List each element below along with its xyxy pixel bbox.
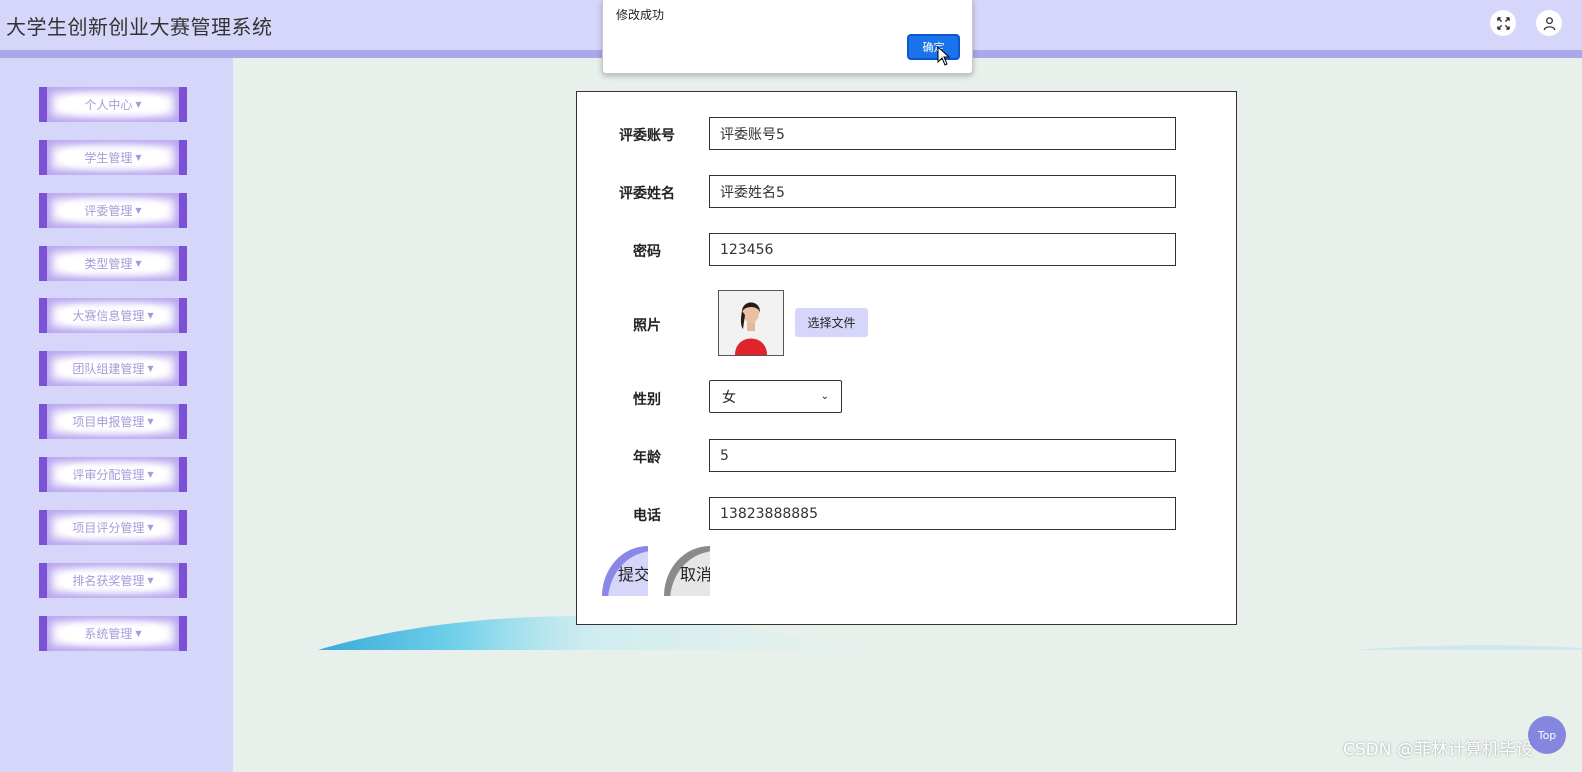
back-to-top-button[interactable]: Top [1528, 716, 1566, 754]
caret-down-icon: ▼ [135, 629, 142, 638]
gender-label: 性别 [633, 392, 661, 408]
caret-down-icon: ▼ [147, 470, 154, 479]
phone-input[interactable]: 13823888885 [709, 497, 1176, 530]
user-icon [1543, 16, 1555, 30]
chevron-down-icon: ⌄ [820, 391, 829, 402]
sidebar-item-ranking-awards[interactable]: 排名获奖管理 ▼ [39, 563, 187, 598]
mouse-cursor-icon [937, 46, 951, 66]
fullscreen-button[interactable] [1490, 10, 1516, 36]
name-label: 评委姓名 [619, 186, 675, 202]
sidebar-item-types[interactable]: 类型管理 ▼ [39, 246, 187, 281]
caret-down-icon: ▼ [147, 311, 154, 320]
photo-label: 照片 [633, 318, 661, 334]
cancel-label: 取消 [680, 565, 710, 584]
choose-file-button[interactable]: 选择文件 [795, 308, 868, 337]
portrait-image [719, 291, 783, 355]
watermark: CSDN @菲林计算机毕设 [1343, 740, 1533, 760]
caret-down-icon: ▼ [147, 364, 154, 373]
submit-label: 提交 [618, 565, 648, 584]
sidebar-item-system[interactable]: 系统管理 ▼ [39, 616, 187, 651]
sidebar-item-label: 评审分配管理 [72, 468, 145, 482]
sidebar-item-review-assignment[interactable]: 评审分配管理 ▼ [39, 457, 187, 492]
phone-label: 电话 [633, 508, 661, 524]
caret-down-icon: ▼ [147, 523, 154, 532]
cancel-button[interactable]: 取消 [664, 546, 710, 596]
submit-button[interactable]: 提交 [602, 546, 648, 596]
sidebar-item-label: 排名获奖管理 [72, 574, 145, 588]
dialog-message: 修改成功 [616, 8, 665, 22]
account-label: 评委账号 [619, 128, 675, 144]
gender-selected-value: 女 [722, 389, 736, 406]
alert-dialog: 修改成功 确定 [602, 0, 973, 74]
sidebar-item-label: 项目评分管理 [72, 521, 145, 535]
sidebar-item-students[interactable]: 学生管理 ▼ [39, 140, 187, 175]
caret-down-icon: ▼ [135, 259, 142, 268]
caret-down-icon: ▼ [135, 153, 142, 162]
sidebar-item-team-building[interactable]: 团队组建管理 ▼ [39, 351, 187, 386]
account-input[interactable]: 评委账号5 [709, 117, 1176, 150]
sidebar-item-label: 项目申报管理 [72, 415, 145, 429]
sidebar-item-label: 评委管理 [84, 204, 133, 218]
sidebar-item-judges[interactable]: 评委管理 ▼ [39, 193, 187, 228]
sidebar-item-label: 类型管理 [84, 257, 133, 271]
sidebar: 个人中心 ▼ 学生管理 ▼ 评委管理 ▼ 类型管理 ▼ 大赛信息管理 ▼ 团队组建管理 ▼ … [0, 58, 233, 772]
sidebar-item-label: 学生管理 [84, 151, 133, 165]
sidebar-item-personal-center[interactable]: 个人中心 ▼ [39, 87, 187, 122]
name-input[interactable]: 评委姓名5 [709, 175, 1176, 208]
sidebar-item-label: 系统管理 [84, 627, 133, 641]
password-input[interactable]: 123456 [709, 233, 1176, 266]
sidebar-item-project-application[interactable]: 项目申报管理 ▼ [39, 404, 187, 439]
age-input[interactable]: 5 [709, 439, 1176, 472]
sidebar-item-label: 团队组建管理 [72, 362, 145, 376]
age-label: 年龄 [633, 450, 661, 466]
caret-down-icon: ▼ [147, 576, 154, 585]
judge-photo[interactable] [718, 290, 784, 356]
app-title: 大学生创新创业大赛管理系统 [6, 15, 273, 39]
user-menu-button[interactable] [1536, 10, 1562, 36]
dialog-ok-button[interactable]: 确定 [907, 34, 960, 60]
password-label: 密码 [633, 244, 661, 260]
fullscreen-icon [1496, 16, 1510, 30]
judge-edit-form: 评委账号 评委账号5 评委姓名 评委姓名5 密码 123456 照片 选择文件 … [576, 91, 1237, 625]
sidebar-item-label: 大赛信息管理 [72, 309, 145, 323]
sidebar-item-project-scoring[interactable]: 项目评分管理 ▼ [39, 510, 187, 545]
caret-down-icon: ▼ [135, 206, 142, 215]
caret-down-icon: ▼ [135, 100, 142, 109]
sidebar-item-label: 个人中心 [84, 98, 133, 112]
gender-select[interactable]: 女 ⌄ [709, 380, 842, 413]
caret-down-icon: ▼ [147, 417, 154, 426]
sidebar-item-contest-info[interactable]: 大赛信息管理 ▼ [39, 298, 187, 333]
